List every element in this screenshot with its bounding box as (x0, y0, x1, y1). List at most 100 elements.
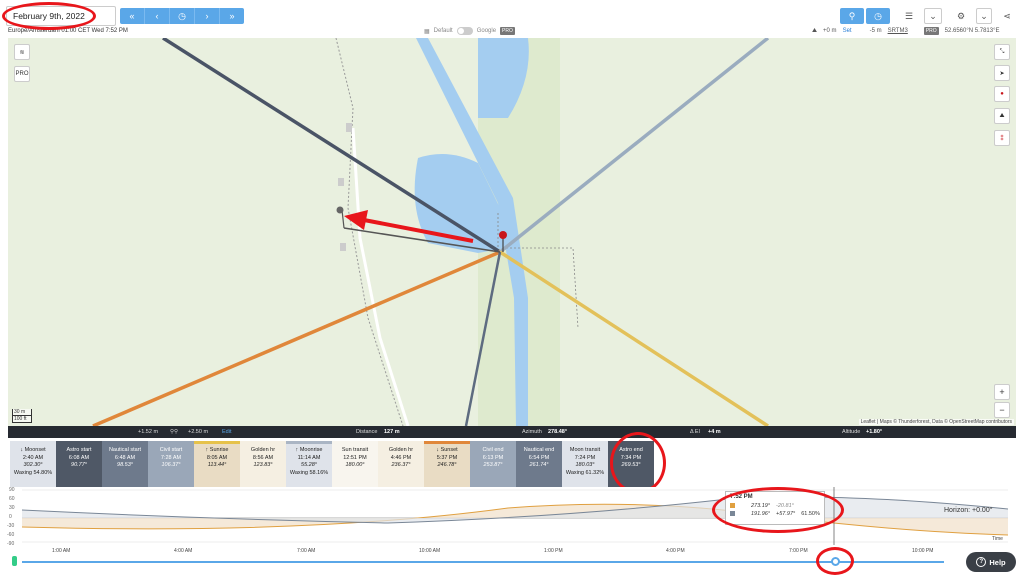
x-label: 1:00 PM (544, 548, 563, 554)
map-attribution[interactable]: Leaflet | Maps © Thunderforest, Data © O… (858, 419, 1014, 425)
event-cell[interactable]: Astro end 7:34 PM 269.53° (608, 441, 654, 487)
event-azimuth: 269.53° (621, 462, 641, 468)
distance-label: Distance (356, 429, 378, 435)
srtm-label[interactable]: SRTM3 (888, 28, 908, 34)
zoom-in-button[interactable]: + (994, 384, 1010, 400)
event-cell[interactable]: Astro start 6:08 AM 90.77° (56, 441, 102, 487)
event-name: Nautical start (108, 447, 142, 453)
event-cell[interactable]: ↓ Sunset 5:37 PM 246.78° (424, 441, 470, 487)
time-button[interactable]: ◷ (866, 8, 890, 24)
sun-altitude: -20.81° (776, 503, 794, 509)
coordinates: 52.6560°N 5.7813°E (944, 28, 1000, 34)
date-navigation: « ‹ ◷ › » (120, 8, 244, 24)
event-time: 6:54 PM (528, 454, 550, 461)
event-time: 8:56 AM (252, 454, 274, 461)
time-slider[interactable] (22, 561, 944, 563)
altitude-graph[interactable] (8, 487, 1016, 545)
scale-bar: 30 m 100 ft (12, 409, 32, 423)
y-label: 60 (9, 496, 15, 502)
event-time: 8:05 AM (206, 454, 228, 461)
clock-icon[interactable]: ◷ (170, 8, 195, 24)
event-name: ↑ Sunrise (205, 447, 229, 453)
moon-azimuth: 191.96° (751, 511, 771, 517)
event-azimuth: 113.44° (207, 462, 227, 468)
altitude-label: Altitude (842, 429, 861, 435)
event-azimuth: 253.87° (483, 462, 503, 468)
gear-icon[interactable]: ⚙ (950, 8, 972, 24)
fullscreen-icon[interactable]: ⤡ (994, 44, 1010, 60)
event-cell[interactable]: ↑ Moonrise 11:14 AM 55.28° Waxing 58.16% (286, 441, 332, 487)
azimuth-value: 278.48° (548, 429, 568, 435)
people-icon: ⚲⚲ (170, 429, 179, 435)
height-b: +2.50 m (188, 429, 209, 435)
event-azimuth: 98.53° (117, 462, 133, 468)
map-view[interactable]: ≋ PRO ⤡ ➤ ● ⛰ ⁑ + − 30 m 100 ft Leaflet … (8, 38, 1016, 426)
search-button[interactable]: ⚲ (840, 8, 864, 24)
tooltip-row-moon: 191.96° +57.97° 61.50% (730, 511, 820, 517)
map-style-toggle[interactable]: ▦ Default Google PRO (424, 27, 515, 35)
time-slider-handle[interactable] (831, 557, 840, 566)
event-cell[interactable]: Golden hr 4:46 PM 236.37° (378, 441, 424, 487)
x-label: 4:00 AM (174, 548, 193, 554)
event-time: 12:51 PM (343, 454, 367, 461)
event-time: 11:14 AM (297, 454, 321, 461)
x-label: 1:00 AM (52, 548, 71, 554)
toggle-switch[interactable] (456, 27, 473, 35)
pro-badge: PRO (923, 27, 939, 35)
share-icon[interactable]: ⋖ (998, 8, 1016, 24)
delta-el-value: +4 m (708, 429, 721, 435)
edit-link[interactable]: Edit (222, 429, 231, 435)
help-button[interactable]: ? Help (966, 552, 1016, 572)
tooltip-time: 7:52 PM (730, 494, 753, 500)
event-cell[interactable]: Nautical start 6:48 AM 98.53° (102, 441, 148, 487)
event-name: Civil end (482, 447, 504, 453)
double-right-icon[interactable]: » (220, 8, 244, 24)
event-cell[interactable]: Golden hr 8:56 AM 123.83° (240, 441, 286, 487)
event-cell[interactable]: Sun transit 12:51 PM 180.00° (332, 441, 378, 487)
set-link[interactable]: Set (843, 28, 852, 34)
sun-swatch (730, 503, 735, 508)
event-name: Sun transit (341, 447, 369, 453)
chevron-down-icon[interactable]: ⌄ (924, 8, 942, 24)
scale-feet: 100 ft (12, 416, 32, 423)
height-a: +1.52 m (138, 429, 159, 435)
event-name: Golden hr (250, 447, 276, 453)
event-name: Civil start (159, 447, 183, 453)
terrain-pin-icon[interactable]: ⛰ (994, 108, 1010, 124)
chevron-down-icon[interactable]: ⌄ (976, 8, 992, 24)
scale-meters: 30 m (12, 409, 32, 416)
event-cell[interactable]: Nautical end 6:54 PM 261.74° (516, 441, 562, 487)
slider-start-handle[interactable] (12, 556, 17, 566)
event-cell[interactable]: Civil end 6:13 PM 253.87° (470, 441, 516, 487)
event-time: 2:40 AM (22, 454, 44, 461)
event-name: Moon transit (569, 447, 601, 453)
left-icon[interactable]: ‹ (145, 8, 170, 24)
y-label: 90 (9, 487, 15, 493)
x-label: 10:00 AM (419, 548, 441, 554)
altitude-chart (8, 487, 1016, 545)
right-icon[interactable]: › (195, 8, 220, 24)
event-cell[interactable]: ↓ Moonset 2:40 AM 302.30° Waxing 54.80% (10, 441, 56, 487)
double-left-icon[interactable]: « (120, 8, 145, 24)
event-azimuth: 90.77° (71, 462, 87, 468)
pro-button[interactable]: PRO (14, 66, 30, 82)
event-azimuth: 302.30° (23, 462, 43, 468)
event-azimuth: 180.03° (575, 462, 595, 468)
zoom-out-button[interactable]: − (994, 402, 1010, 418)
event-cell[interactable]: ↑ Sunrise 8:05 AM 113.44° (194, 441, 240, 487)
list-icon[interactable]: ☰ (898, 8, 920, 24)
layers-icon[interactable]: ≋ (14, 44, 30, 60)
event-cell[interactable]: Civil start 7:28 AM 106.37° (148, 441, 194, 487)
stats-bar: +1.52 m ⚲⚲ +2.50 m Edit Distance 127 m A… (8, 426, 1016, 438)
date-input[interactable]: February 9th, 2022 (6, 6, 116, 26)
pin-icon[interactable]: ● (994, 86, 1010, 102)
compare-pins-icon[interactable]: ⁑ (994, 130, 1010, 146)
event-time: 7:28 AM (160, 454, 182, 461)
event-time: 4:46 PM (390, 454, 412, 461)
event-time: 5:37 PM (436, 454, 458, 461)
locate-icon[interactable]: ➤ (994, 65, 1010, 81)
event-cell[interactable]: Moon transit 7:24 PM 180.03° Waxing 61.32% (562, 441, 608, 487)
timezone-info: Europe/Amsterdam 01:00 CET Wed 7:52 PM (8, 28, 128, 34)
distance-value: 127 m (384, 429, 400, 435)
y-label: -60 (7, 532, 15, 538)
